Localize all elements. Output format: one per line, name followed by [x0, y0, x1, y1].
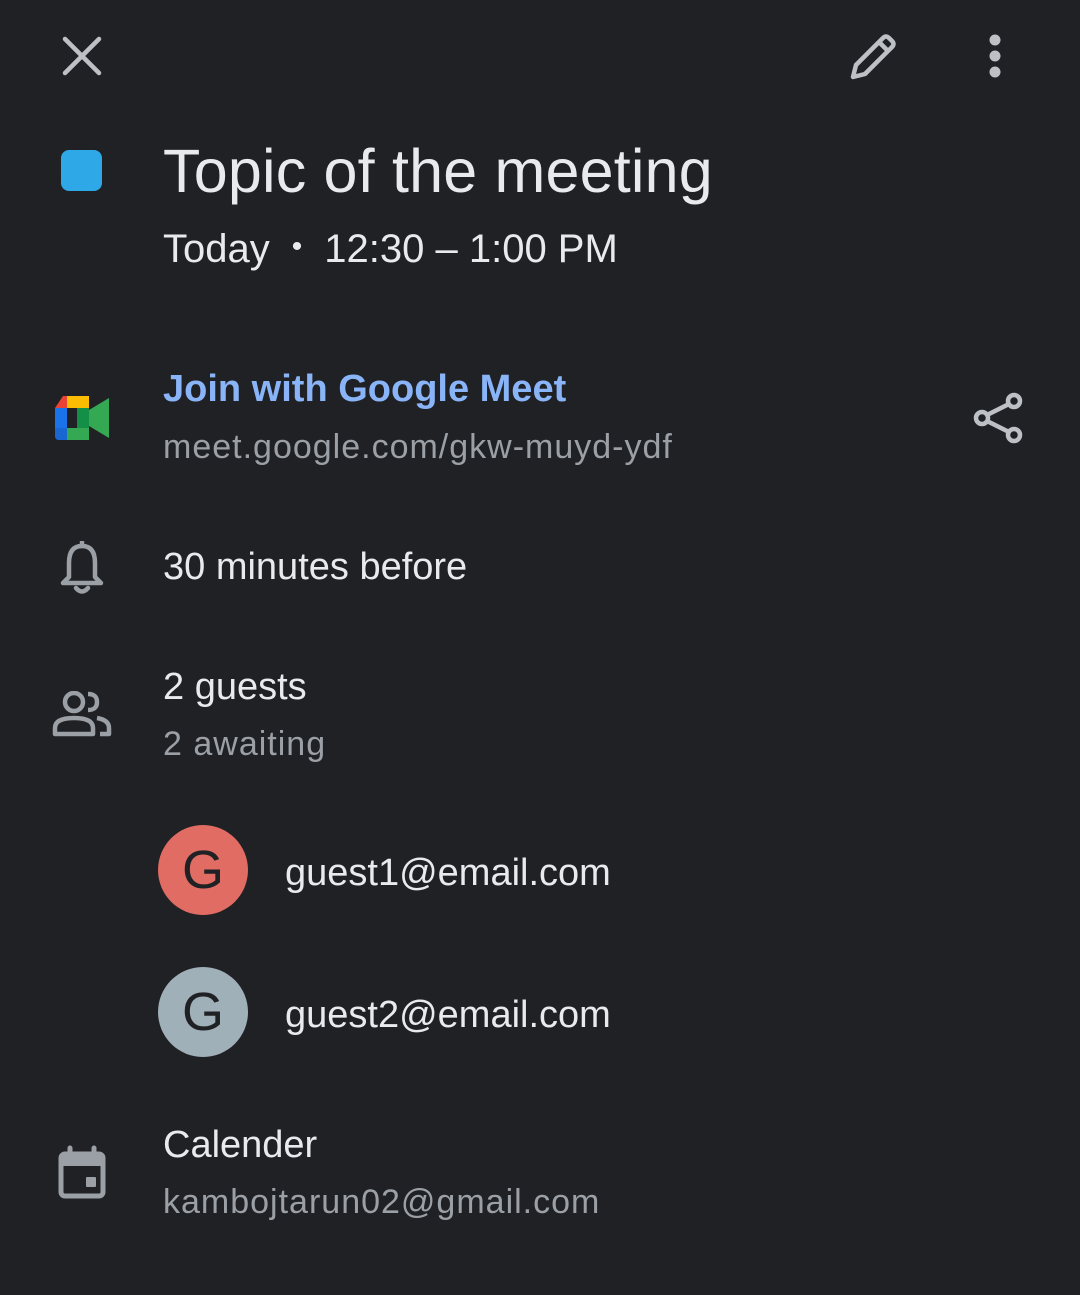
join-meet-link[interactable]: Join with Google Meet — [163, 365, 566, 413]
more-vert-icon — [989, 34, 1001, 78]
join-meet-label[interactable]: Join with Google Meet — [163, 368, 566, 410]
guest-email[interactable]: guest2@email.com — [285, 991, 611, 1039]
guest-email[interactable]: guest1@email.com — [285, 849, 611, 897]
avatar-initial: G — [181, 982, 224, 1042]
share-button[interactable] — [966, 385, 1032, 451]
more-options-button[interactable] — [965, 24, 1025, 88]
share-icon — [973, 392, 1023, 444]
people-icon — [52, 690, 112, 738]
close-button[interactable] — [50, 24, 114, 88]
pencil-icon — [850, 34, 896, 80]
event-datetime: Today • 12:30 – 1:00 PM — [163, 222, 618, 274]
avatar-initial: G — [181, 840, 224, 900]
event-title: Topic of the meeting — [163, 137, 713, 205]
calendar-account: kambojtarun02@gmail.com — [163, 1183, 601, 1221]
reminder-text[interactable]: 30 minutes before — [163, 543, 467, 591]
meet-url: meet.google.com/gkw-muyd-ydf — [163, 428, 673, 466]
guest-avatar: G — [158, 825, 248, 915]
guest-count: 2 guests — [163, 666, 307, 708]
google-meet-icon — [52, 392, 112, 444]
bell-icon — [56, 540, 108, 596]
guest-status: 2 awaiting — [163, 725, 327, 763]
edit-button[interactable] — [838, 22, 908, 92]
event-day: Today — [163, 227, 270, 271]
datetime-separator: • — [291, 230, 303, 263]
calendar-icon — [56, 1144, 108, 1200]
event-time: 12:30 – 1:00 PM — [324, 227, 618, 271]
close-icon — [62, 36, 102, 76]
event-color-chip — [61, 150, 102, 191]
guest-avatar: G — [158, 967, 248, 1057]
calendar-label: Calender — [163, 1124, 318, 1166]
